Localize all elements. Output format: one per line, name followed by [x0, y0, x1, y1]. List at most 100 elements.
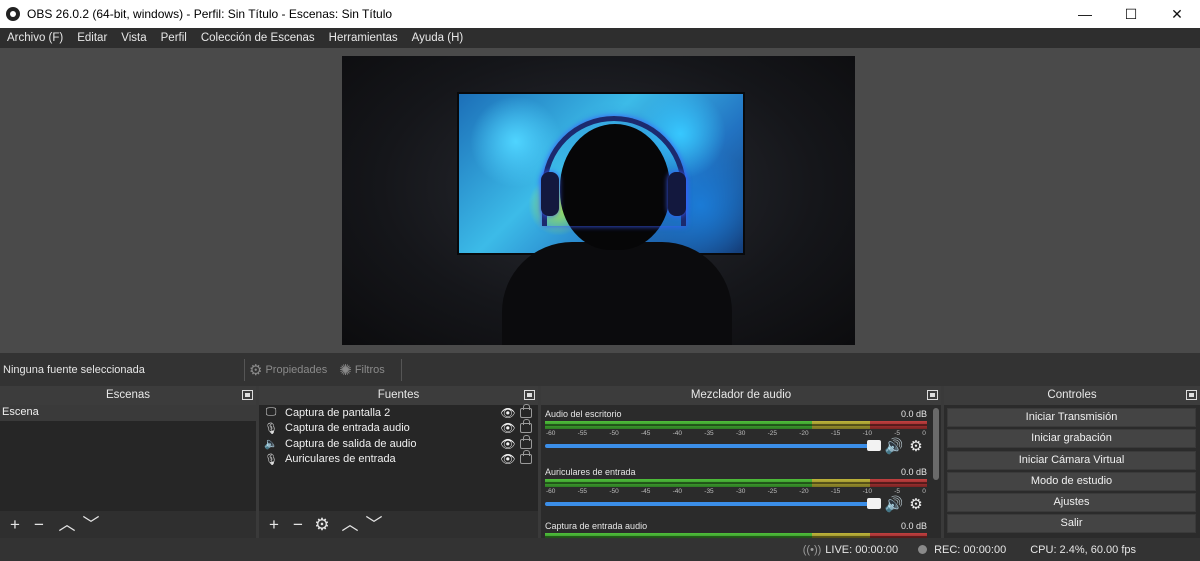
move-up-icon[interactable]: ︿	[55, 511, 79, 538]
slider-handle[interactable]	[867, 498, 881, 509]
source-item[interactable]: 🎙 Captura de entrada audio 👁	[259, 419, 538, 437]
remove-scene-button[interactable]: −	[27, 511, 51, 538]
volume-meter	[545, 421, 927, 429]
scale-tick: -60	[546, 430, 556, 437]
move-down-icon[interactable]: ﹀	[79, 511, 103, 538]
remove-source-button[interactable]: −	[286, 511, 310, 538]
sources-list: 🖵 Captura de pantalla 2 👁 🎙 Captura de e…	[259, 403, 538, 538]
close-button[interactable]: ✕	[1154, 0, 1200, 28]
window-title: OBS 26.0.2 (64-bit, windows) - Perfil: S…	[27, 7, 393, 21]
gear-icon[interactable]: ⚙	[905, 495, 927, 513]
move-up-icon[interactable]: ︿	[338, 511, 362, 538]
source-item[interactable]: 🎙 Auriculares de entrada 👁	[259, 450, 538, 468]
menu-vista[interactable]: Vista	[114, 28, 153, 48]
scrollbar-thumb[interactable]	[933, 408, 939, 480]
microphone-icon: 🎙	[264, 422, 278, 435]
visibility-eye-icon[interactable]: 👁	[500, 452, 516, 466]
channel-controls: 🔊 ⚙	[545, 437, 927, 455]
settings-button[interactable]: Ajustes	[947, 493, 1196, 513]
sources-title: Fuentes	[259, 386, 538, 405]
channel-header: Auriculares de entrada 0.0 dB	[545, 466, 927, 478]
scenes-footer: + − ︿ ﹀	[0, 511, 256, 538]
lock-icon[interactable]	[520, 403, 532, 418]
start-recording-button[interactable]: Iniciar grabación	[947, 429, 1196, 449]
undock-icon[interactable]	[242, 390, 253, 400]
scale-tick: -15	[830, 430, 841, 437]
source-name: Captura de pantalla 2	[285, 406, 391, 419]
start-streaming-button[interactable]: Iniciar Transmisión	[947, 408, 1196, 427]
exit-button[interactable]: Salir	[947, 514, 1196, 534]
channel-name: Auriculares de entrada	[545, 467, 636, 477]
cpu-fps-readout: CPU: 2.4%, 60.00 fps	[1030, 543, 1136, 556]
scale-tick: -10	[862, 488, 872, 495]
scale-tick: -45	[640, 430, 651, 437]
filters-button[interactable]: ✺ Filtros	[339, 361, 385, 379]
source-item[interactable]: 🔈 Captura de salida de audio 👁	[259, 434, 538, 452]
scene-item[interactable]: Escena	[0, 405, 256, 421]
studio-mode-button[interactable]: Modo de estudio	[947, 471, 1196, 491]
visibility-eye-icon[interactable]: 👁	[500, 421, 516, 435]
scenes-title: Escenas	[0, 386, 256, 405]
scale-tick: -40	[672, 488, 683, 495]
mixer-channel: Auriculares de entrada 0.0 dB -60 -55 -50 -…	[545, 466, 927, 522]
lock-icon[interactable]	[520, 419, 532, 434]
scale-tick: -25	[767, 430, 777, 437]
filter-icon: ✺	[339, 361, 352, 379]
sources-footer: + − ⚙ ︿ ﹀	[259, 511, 538, 538]
lock-icon[interactable]	[520, 450, 532, 465]
scenes-title-label: Escenas	[105, 389, 151, 401]
mixer-scrollbar[interactable]	[931, 405, 941, 538]
controls-buttons: Iniciar Transmisión Iniciar grabación In…	[944, 405, 1200, 538]
scale-tick: -60	[546, 488, 556, 495]
controls-title-label: Controles	[1047, 389, 1097, 401]
channel-header: Captura de entrada audio 0.0 dB	[545, 520, 927, 532]
scale-tick: -20	[799, 430, 809, 437]
visibility-eye-icon[interactable]: 👁	[500, 406, 516, 420]
record-dot-icon	[918, 545, 928, 554]
channel-name: Audio del escritorio	[545, 409, 622, 419]
source-settings-gear-icon[interactable]: ⚙	[310, 511, 334, 538]
scale-tick: -35	[704, 488, 714, 495]
mixer-title: Mezclador de audio	[541, 386, 941, 405]
menu-editar[interactable]: Editar	[70, 28, 114, 48]
maximize-button[interactable]: ☐	[1108, 0, 1154, 28]
visibility-eye-icon[interactable]: 👁	[500, 437, 516, 451]
undock-icon[interactable]	[927, 390, 938, 400]
properties-button[interactable]: ⚙ Propiedades	[249, 361, 327, 379]
scale-tick: -45	[640, 488, 651, 495]
scale-tick: -55	[577, 488, 588, 495]
menu-perfil[interactable]: Perfil	[154, 28, 194, 48]
gear-icon[interactable]: ⚙	[905, 437, 927, 455]
channel-name: Captura de entrada audio	[545, 521, 648, 531]
volume-slider[interactable]	[545, 498, 881, 509]
menu-archivo[interactable]: Archivo (F)	[0, 28, 70, 48]
menu-coleccion-escenas[interactable]: Colección de Escenas	[194, 28, 322, 48]
undock-icon[interactable]	[1186, 390, 1197, 400]
monitor-icon: 🖵	[265, 406, 277, 419]
rec-timer: REC: 00:00:00	[934, 543, 1007, 556]
meter-red-zone	[869, 421, 927, 429]
add-source-button[interactable]: +	[262, 511, 286, 538]
scale-tick: -30	[735, 488, 746, 495]
volume-slider[interactable]	[545, 440, 881, 451]
lock-icon[interactable]	[520, 434, 532, 449]
source-toolbar: Ninguna fuente seleccionada ⚙ Propiedade…	[0, 353, 1200, 386]
mixer-channels: Audio del escritorio 0.0 dB -60 -55 -50 -45…	[541, 405, 931, 538]
add-scene-button[interactable]: +	[3, 511, 27, 538]
controls-dock: Controles Iniciar Transmisión Iniciar gr…	[944, 386, 1200, 538]
undock-icon[interactable]	[524, 390, 535, 400]
minimize-button[interactable]: —	[1062, 0, 1108, 28]
speaker-icon[interactable]: 🔊	[883, 495, 905, 513]
preview-headphone-left	[541, 172, 559, 216]
source-name: Auriculares de entrada	[285, 453, 396, 466]
preview-canvas[interactable]	[342, 56, 855, 345]
slider-handle[interactable]	[867, 440, 881, 451]
menu-ayuda[interactable]: Ayuda (H)	[405, 28, 471, 48]
source-item[interactable]: 🖵 Captura de pantalla 2 👁	[259, 403, 538, 421]
speaker-icon[interactable]: 🔊	[883, 437, 905, 455]
move-down-icon[interactable]: ﹀	[362, 511, 386, 538]
broadcast-icon: ((•))	[802, 543, 822, 556]
menu-herramientas[interactable]: Herramientas	[322, 28, 405, 48]
channel-header: Audio del escritorio 0.0 dB	[545, 408, 927, 420]
start-virtual-camera-button[interactable]: Iniciar Cámara Virtual	[947, 450, 1196, 470]
